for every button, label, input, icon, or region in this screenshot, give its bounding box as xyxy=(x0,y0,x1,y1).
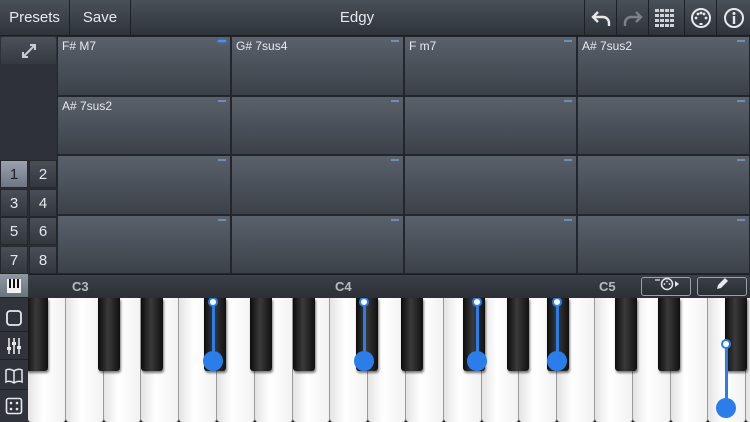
chord-pad[interactable]: F m7 xyxy=(404,36,577,96)
chord-pad[interactable] xyxy=(57,155,231,215)
chord-grid: F# M7 G# 7sus4 F m7 A# 7sus2 A# 7sus2 xyxy=(57,36,750,274)
chord-pad[interactable] xyxy=(577,95,750,155)
set-button-3[interactable]: 3 xyxy=(0,189,28,217)
black-key[interactable] xyxy=(98,298,120,371)
octave-label-c4: C4 xyxy=(335,279,352,294)
set-button-1[interactable]: 1 xyxy=(0,160,28,188)
pad-indicator xyxy=(564,99,572,102)
pad-indicator xyxy=(391,99,399,102)
chord-pad[interactable] xyxy=(231,95,404,155)
black-key[interactable] xyxy=(615,298,637,371)
pad-indicator xyxy=(737,40,745,42)
chord-pad[interactable]: G# 7sus4 xyxy=(231,36,404,96)
note-marker[interactable] xyxy=(354,351,374,371)
note-marker[interactable] xyxy=(716,398,736,418)
chord-pad[interactable]: A# 7sus2 xyxy=(57,95,231,155)
pad-indicator xyxy=(218,159,226,161)
chord-label: G# 7sus4 xyxy=(236,39,288,53)
pad-indicator xyxy=(391,218,399,221)
pad-indicator xyxy=(218,40,226,42)
set-button-7[interactable]: 7 xyxy=(0,246,28,274)
pad-indicator xyxy=(391,159,399,161)
square-icon[interactable] xyxy=(0,304,28,332)
keyboard-ruler: C3 C4 C5 xyxy=(0,274,750,299)
chord-pad[interactable] xyxy=(577,214,750,274)
arpeggio-icon xyxy=(651,277,681,296)
chord-pad[interactable]: A# 7sus2 xyxy=(577,36,750,96)
pad-indicator xyxy=(737,159,745,161)
redo-icon[interactable] xyxy=(616,0,648,35)
pad-indicator xyxy=(218,99,226,102)
grid-icon[interactable] xyxy=(648,0,680,35)
pad-indicator xyxy=(564,218,572,221)
chord-pad[interactable] xyxy=(57,214,231,274)
chord-label: F m7 xyxy=(409,39,437,53)
chord-pad[interactable]: F# M7 xyxy=(57,36,231,96)
chord-label: A# 7sus2 xyxy=(582,39,633,53)
chord-label: A# 7sus2 xyxy=(62,98,113,113)
expand-icon[interactable] xyxy=(1,37,56,64)
set-button-2[interactable]: 2 xyxy=(29,160,57,188)
pencil-button[interactable] xyxy=(697,277,747,296)
chord-pad[interactable] xyxy=(404,155,577,215)
pencil-icon xyxy=(714,276,730,297)
book-icon[interactable] xyxy=(0,362,28,390)
side-toolbar xyxy=(0,274,28,422)
presets-button[interactable]: Presets xyxy=(0,0,70,35)
chord-label: F# M7 xyxy=(62,39,97,53)
top-toolbar: Presets Save Edgy xyxy=(0,0,750,36)
set-button-8[interactable]: 8 xyxy=(29,246,57,274)
black-key[interactable] xyxy=(658,298,680,371)
pad-indicator xyxy=(737,99,745,102)
undo-icon[interactable] xyxy=(584,0,616,35)
note-marker[interactable] xyxy=(547,351,567,371)
black-key[interactable] xyxy=(293,298,315,371)
chord-set-panel: 1 2 3 4 5 6 7 8 xyxy=(0,36,57,274)
set-button-6[interactable]: 6 xyxy=(29,217,57,245)
note-marker[interactable] xyxy=(467,351,487,371)
black-key[interactable] xyxy=(28,298,48,371)
black-key[interactable] xyxy=(401,298,423,371)
octave-label-c5: C5 xyxy=(599,279,616,294)
arpeggio-button[interactable] xyxy=(641,277,691,296)
pad-indicator xyxy=(564,159,572,161)
chord-pad[interactable] xyxy=(231,214,404,274)
info-icon[interactable] xyxy=(716,0,750,35)
dice-icon[interactable] xyxy=(0,392,28,420)
black-key[interactable] xyxy=(250,298,272,371)
black-key[interactable] xyxy=(507,298,529,371)
black-key[interactable] xyxy=(725,298,747,371)
note-marker[interactable] xyxy=(203,351,223,371)
midi-icon[interactable] xyxy=(684,0,716,35)
pad-indicator xyxy=(737,218,745,221)
chord-pad[interactable] xyxy=(404,95,577,155)
note-marker-handle[interactable] xyxy=(721,339,731,349)
mixer-icon[interactable] xyxy=(0,332,28,360)
pad-indicator xyxy=(218,218,226,221)
pad-indicator xyxy=(391,40,399,42)
piano-keyboard[interactable] xyxy=(28,298,750,422)
save-button[interactable]: Save xyxy=(70,0,131,35)
set-selector: 1 2 3 4 5 6 7 8 xyxy=(0,160,57,274)
preset-title: Edgy xyxy=(339,9,375,26)
chord-pad[interactable] xyxy=(404,214,577,274)
chord-pad[interactable] xyxy=(577,155,750,215)
piano-keys-icon[interactable] xyxy=(0,274,28,298)
black-key[interactable] xyxy=(141,298,163,371)
pad-indicator xyxy=(564,40,572,42)
set-button-4[interactable]: 4 xyxy=(29,189,57,217)
chord-pad[interactable] xyxy=(231,155,404,215)
set-button-5[interactable]: 5 xyxy=(0,217,28,245)
octave-label-c3: C3 xyxy=(72,279,89,294)
